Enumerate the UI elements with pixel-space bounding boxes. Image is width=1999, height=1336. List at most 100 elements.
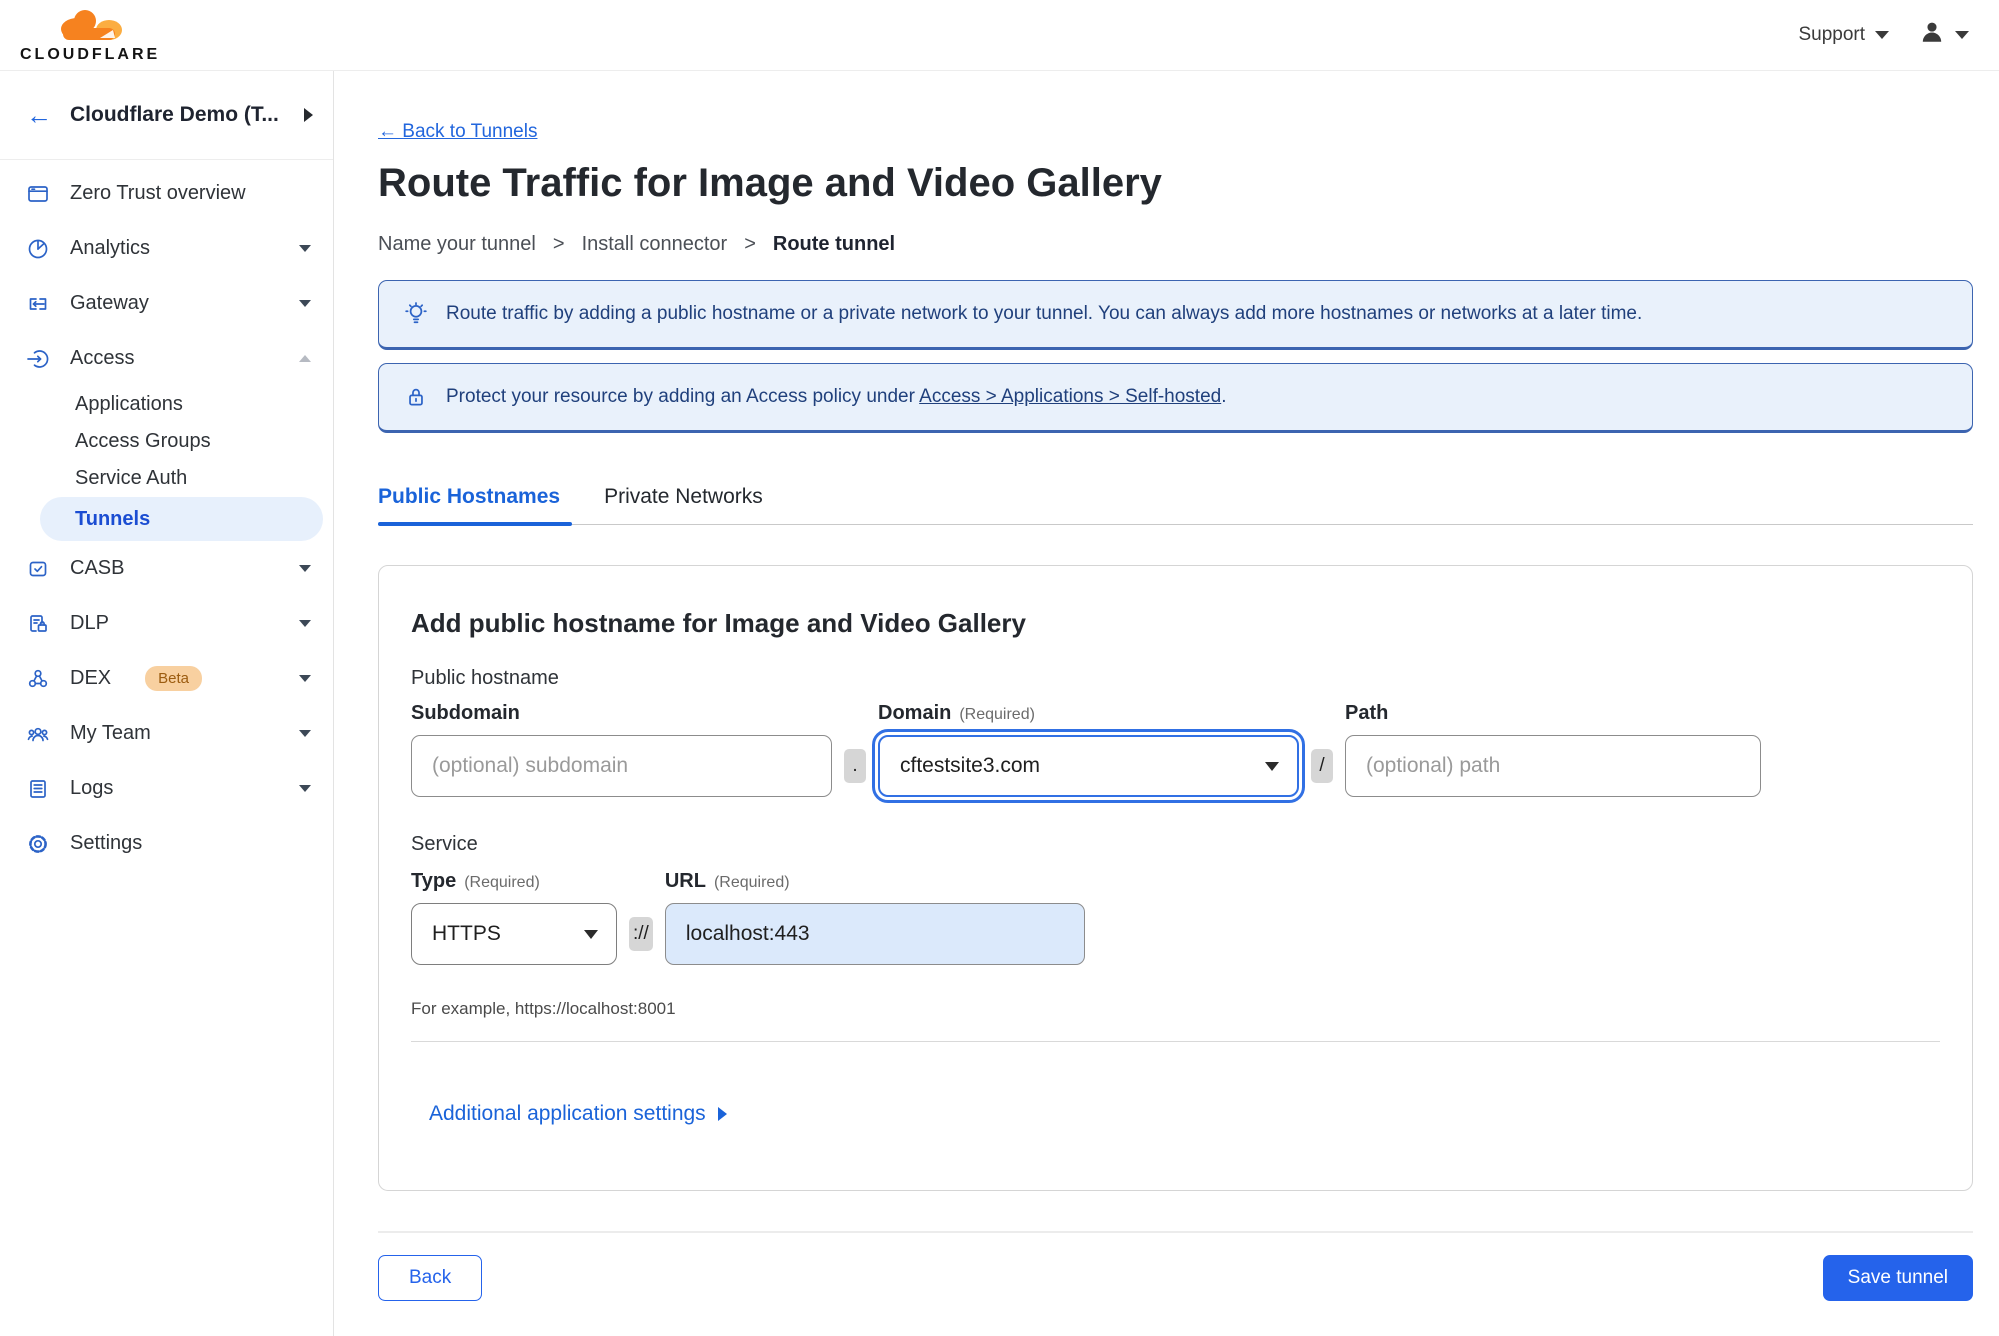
back-button[interactable]: Back [378, 1255, 483, 1301]
domain-select-value: cftestsite3.com [900, 754, 1041, 777]
back-to-tunnels-link[interactable]: ← Back to Tunnels [378, 121, 537, 143]
account-menu[interactable] [1919, 19, 1969, 51]
sidebar-item-dex[interactable]: DEX Beta [0, 651, 333, 706]
chevron-down-icon [584, 929, 598, 939]
chevron-down-icon [299, 245, 311, 252]
subdomain-input[interactable] [411, 735, 832, 797]
additional-application-settings-toggle[interactable]: Additional application settings [429, 1102, 727, 1126]
subdomain-field: Subdomain [411, 702, 832, 797]
access-icon [26, 347, 50, 371]
chevron-right-icon [717, 1107, 727, 1121]
gateway-icon [26, 292, 50, 316]
sidebar-item-label: Logs [70, 777, 114, 799]
sidebar-subitem-service-auth[interactable]: Service Auth [40, 460, 323, 497]
divider [378, 1231, 1973, 1233]
sidebar-subitem-applications[interactable]: Applications [40, 386, 323, 423]
support-label: Support [1798, 24, 1865, 45]
sidebar-subitem-tunnels[interactable]: Tunnels [40, 497, 323, 541]
hostname-field-row: Subdomain . Domain (Required) cftestsite… [411, 702, 1940, 803]
url-label: URL [664, 870, 706, 892]
step-install-connector[interactable]: Install connector [582, 233, 728, 256]
tab-private-networks[interactable]: Private Networks [604, 485, 765, 524]
chevron-down-icon [1875, 31, 1889, 39]
url-field: URL (Required) [664, 870, 1085, 965]
sidebar-item-label: DLP [70, 612, 109, 634]
sidebar-item-casb[interactable]: CASB [0, 541, 333, 596]
cloudflare-logo[interactable]: CLOUDFLARE [20, 8, 160, 63]
wizard-steps: Name your tunnel > Install connector > R… [378, 233, 1973, 256]
sidebar-subitem-label: Access Groups [75, 430, 211, 452]
sidebar-item-access[interactable]: Access [0, 331, 333, 386]
sidebar-item-gateway[interactable]: Gateway [0, 276, 333, 331]
sidebar-item-analytics[interactable]: Analytics [0, 221, 333, 276]
step-name-your-tunnel[interactable]: Name your tunnel [378, 233, 536, 256]
sidebar-item-zero-trust-overview[interactable]: Zero Trust overview [0, 166, 333, 221]
domain-field: Domain (Required) cftestsite3.com [872, 702, 1305, 803]
sidebar-header: ← Cloudflare Demo (T... [0, 71, 333, 160]
support-menu[interactable]: Support [1798, 24, 1889, 46]
chevron-down-icon [299, 565, 311, 572]
sidebar-subitem-label: Applications [75, 393, 183, 415]
public-hostname-group-label: Public hostname [411, 667, 559, 689]
sidebar-subitem-label: Tunnels [75, 507, 151, 530]
app-window: CLOUDFLARE Support ← Cloudflare Demo (T.… [0, 0, 1999, 1336]
beta-badge: Beta [145, 666, 202, 691]
access-applications-self-hosted-link[interactable]: Access > Applications > Self-hosted [919, 386, 1221, 407]
tab-public-hostnames[interactable]: Public Hostnames [378, 485, 573, 526]
list-icon [26, 777, 50, 801]
sidebar-nav: Zero Trust overview Analytics Gateway Ac… [0, 160, 333, 871]
slash-separator: / [1311, 749, 1333, 783]
sidebar-item-logs[interactable]: Logs [0, 761, 333, 816]
sidebar-item-label: Analytics [70, 237, 151, 259]
path-input[interactable] [1345, 735, 1761, 797]
type-label: Type [411, 870, 457, 892]
sidebar-item-label: Zero Trust overview [70, 182, 246, 204]
scheme-separator: :// [629, 917, 653, 951]
chevron-down-icon [299, 785, 311, 792]
service-type-select[interactable]: HTTPS [411, 903, 617, 965]
chevron-down-icon [299, 620, 311, 627]
main-content: ← Back to Tunnels Route Traffic for Imag… [334, 71, 1999, 1336]
sidebar-item-settings[interactable]: Settings [0, 816, 333, 871]
public-hostname-card: Add public hostname for Image and Video … [378, 565, 1973, 1191]
account-name[interactable]: Cloudflare Demo (T... [70, 103, 286, 127]
collapse-sidebar-icon[interactable] [304, 108, 313, 122]
required-note: (Required) [464, 874, 540, 891]
sidebar-subitem-label: Service Auth [75, 467, 188, 489]
sidebar-subitem-access-groups[interactable]: Access Groups [40, 423, 323, 460]
user-avatar-icon [1919, 19, 1945, 51]
domain-label: Domain [878, 702, 952, 724]
type-field: Type (Required) HTTPS [411, 870, 617, 965]
dot-separator: . [844, 749, 866, 783]
sidebar-item-my-team[interactable]: My Team [0, 706, 333, 761]
step-separator: > [552, 233, 565, 255]
cloudflare-logo-text: CLOUDFLARE [20, 45, 161, 63]
subdomain-label: Subdomain [411, 702, 520, 724]
page-title: Route Traffic for Image and Video Galler… [378, 161, 1162, 205]
info-banner-access-policy: Protect your resource by adding an Acces… [378, 363, 1973, 433]
window-icon [26, 182, 50, 206]
document-lock-icon [26, 612, 50, 636]
chevron-down-icon [299, 300, 311, 307]
divider [411, 1041, 1940, 1042]
top-bar: CLOUDFLARE Support [0, 0, 1999, 71]
banner-text: Protect your resource by adding an Acces… [446, 386, 1227, 408]
banner-text: Route traffic by adding a public hostnam… [446, 303, 1643, 324]
additional-settings-label: Additional application settings [429, 1102, 706, 1125]
lightbulb-icon [403, 301, 429, 327]
service-type-value: HTTPS [432, 922, 501, 945]
service-field-row: Type (Required) HTTPS :// URL (Required) [411, 870, 1940, 965]
sidebar-item-label: Gateway [70, 292, 149, 314]
url-input[interactable] [664, 903, 1085, 965]
step-route-tunnel: Route tunnel [772, 233, 896, 255]
sidebar-item-label: Settings [70, 832, 143, 854]
banner-text-prefix: Protect your resource by adding an Acces… [446, 386, 920, 407]
pie-chart-icon [26, 237, 50, 261]
sidebar-item-dlp[interactable]: DLP [0, 596, 333, 651]
sidebar: ← Cloudflare Demo (T... Zero Trust overv… [0, 71, 334, 1336]
back-arrow-icon[interactable]: ← [26, 102, 52, 128]
cloudflare-cloud-icon [51, 8, 129, 46]
save-tunnel-button[interactable]: Save tunnel [1822, 1255, 1973, 1301]
banner-text-suffix: . [1221, 386, 1227, 407]
domain-select[interactable]: cftestsite3.com [872, 729, 1305, 803]
